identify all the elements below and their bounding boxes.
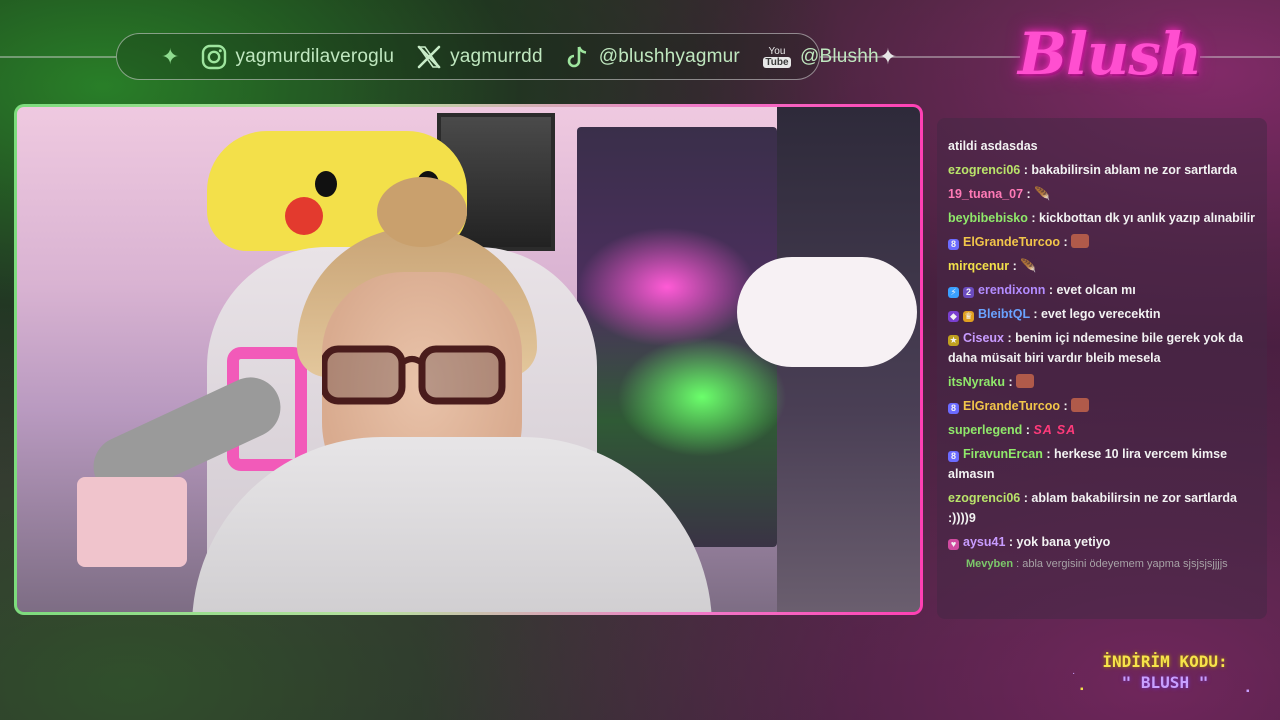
instagram-handle: yagmurdilaveroglu	[235, 45, 395, 67]
youtube-badge-bottom: Tube	[763, 56, 791, 68]
chat-text: yok bana yetiyo	[1016, 535, 1111, 549]
chat-message: beybibebisko : kickbottan dk yı anlık ya…	[948, 211, 1256, 225]
blush-logo: Blush	[1018, 20, 1202, 88]
moderator-badge-icon: ◆	[948, 311, 959, 322]
chat-username[interactable]: aysu41	[963, 535, 1005, 549]
chat-message: 8 ElGrandeTurcoo :	[948, 396, 1257, 416]
subscriber-badge-icon: ♥	[948, 539, 959, 550]
feather-emote-icon: 🪶	[1020, 258, 1037, 273]
header-line-left	[0, 56, 116, 58]
chat-text: SA SA	[1033, 423, 1077, 437]
chat-message: ♥ aysu41 : yok bana yetiyo	[948, 532, 1257, 552]
sparkle-icon: ▪	[1080, 684, 1084, 695]
prime-badge-icon: ⚡	[948, 287, 959, 298]
emote-icon	[1071, 234, 1090, 248]
feather-emote-icon: 🪶	[1034, 186, 1051, 201]
chat-username[interactable]: ezogrenci06	[948, 491, 1020, 505]
chat-message: atildi asdasdas	[948, 136, 1257, 156]
youtube-handle: @Blushh	[799, 45, 879, 67]
x-handle: yagmurrdd	[450, 45, 543, 67]
sparkle-icon: ✦	[878, 43, 898, 69]
chat-username[interactable]: Mevyben	[966, 558, 1013, 570]
chat-message: ezogrenci06 : bakabilirsin ablam ne zor …	[948, 163, 1238, 177]
chat-message: 8 FiravunErcan : herkese 10 lira vercem k…	[948, 447, 1228, 481]
chat-username[interactable]: erendixonn	[978, 283, 1045, 297]
chat-message: 8 ElGrandeTurcoo :	[948, 232, 1257, 252]
chat-username[interactable]: FiravunErcan	[963, 447, 1043, 461]
chat-text: atildi asdasdas	[948, 139, 1038, 153]
chat-message: superlegend : SA SA	[948, 423, 1077, 437]
tiktok-handle: @blushhyagmur	[598, 45, 740, 67]
chat-username[interactable]: beybibebisko	[948, 211, 1028, 225]
discount-code-banner: İNDİRİM KODU: " BLUSH "	[1090, 652, 1240, 694]
chat-username[interactable]: itsNyraku	[948, 375, 1005, 389]
tiktok-icon	[565, 44, 591, 70]
social-links-bar: ✦ yagmurdilaveroglu yagmurrdd @blushhyag…	[116, 33, 897, 80]
glasses	[322, 345, 506, 405]
subscriber-badge-icon: 8	[948, 403, 959, 414]
streamer-hair-bun	[377, 177, 467, 247]
chat-message: itsNyraku :	[948, 372, 1257, 392]
chat-panel: atildi asdasdas ezogrenci06 : bakabilirs…	[937, 118, 1267, 619]
chat-message: ezogrenci06 : ablam bakabilirsin ne zor …	[948, 491, 1238, 525]
chat-text: evet lego verecektin	[1040, 307, 1161, 321]
mug	[77, 477, 187, 567]
chat-username[interactable]: ElGrandeTurcoo	[963, 235, 1060, 249]
subscriber-badge-icon: 2	[963, 287, 974, 298]
subscriber-badge-icon: ★	[948, 335, 959, 346]
unicorn-plush	[737, 257, 917, 367]
chat-message: ★ Ciseux : benim içi ndemesine bile gerek…	[948, 331, 1243, 365]
subscriber-badge-icon: 8	[948, 239, 959, 250]
x-link[interactable]: yagmurrdd	[416, 44, 543, 70]
discount-code-value: " BLUSH "	[1121, 673, 1209, 692]
chat-message: ◆ ♛ BleibtQL : evet lego verecektin	[948, 304, 1257, 324]
neon-glow	[577, 227, 757, 347]
youtube-icon: You Tube	[762, 43, 792, 71]
x-logo-icon	[416, 44, 442, 70]
sparkle-icon: ·	[1072, 668, 1076, 679]
tiktok-link[interactable]: @blushhyagmur	[565, 44, 740, 70]
chat-text: bakabilirsin ablam ne zor sartlarda	[1031, 163, 1238, 177]
emote-icon	[1071, 398, 1090, 412]
webcam-feed	[14, 104, 923, 615]
instagram-icon	[201, 44, 227, 70]
header-line-right	[1200, 56, 1280, 58]
chat-username[interactable]: Ciseux	[963, 331, 1004, 345]
sparkle-icon: ✦	[161, 43, 180, 69]
chat-text: evet olcan mı	[1056, 283, 1136, 297]
subscriber-badge-icon: 8	[948, 451, 959, 462]
chat-text: kickbottan dk yı anlık yazıp alınabilir	[1039, 211, 1256, 225]
sparkle-icon: ▪	[1246, 686, 1250, 697]
crown-badge-icon: ♛	[963, 311, 974, 322]
chat-message: mirqcenur : 🪶	[948, 258, 1037, 273]
discount-code-label: İNDİRİM KODU:	[1102, 652, 1228, 671]
chat-username[interactable]: BleibtQL	[978, 307, 1030, 321]
chat-username[interactable]: ezogrenci06	[948, 163, 1020, 177]
chat-username[interactable]: ElGrandeTurcoo	[963, 399, 1060, 413]
chat-message: ⚡ 2 erendixonn : evet olcan mı	[948, 280, 1257, 300]
youtube-link[interactable]: You Tube @Blushh	[762, 43, 879, 71]
youtube-badge-top: You	[768, 45, 786, 57]
chat-username[interactable]: 19_tuana_07	[948, 187, 1023, 201]
chat-text: abla vergisini ödeyemem yapma sjsjsjsjjj…	[1022, 558, 1228, 570]
chat-message: 19_tuana_07 : 🪶	[948, 186, 1051, 201]
chat-username[interactable]: superlegend	[948, 423, 1022, 437]
chat-username[interactable]: mirqcenur	[948, 259, 1009, 273]
emote-icon	[1016, 374, 1035, 388]
instagram-link[interactable]: yagmurdilaveroglu	[201, 44, 394, 70]
chat-message-fading: Mevyben : abla vergisini ödeyemem yapma …	[966, 558, 1228, 570]
